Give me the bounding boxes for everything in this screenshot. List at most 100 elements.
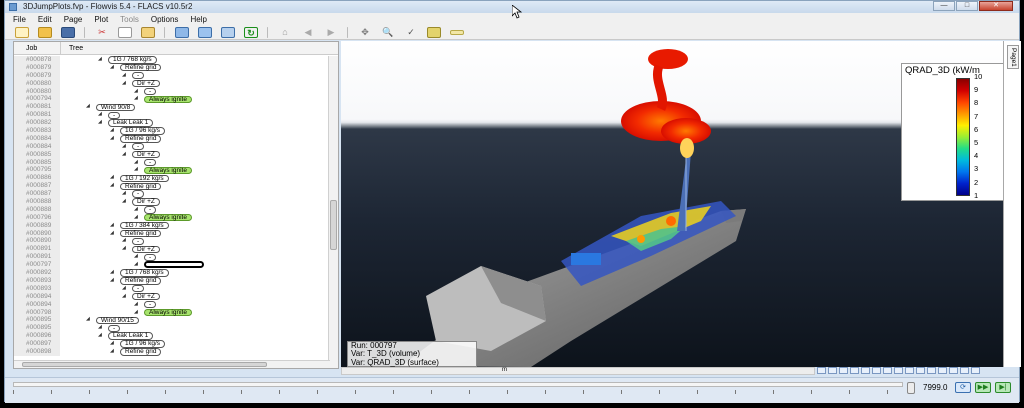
menu-tools[interactable]: Tools — [120, 15, 139, 24]
tree-expand-icon[interactable]: ◢ — [98, 332, 102, 340]
tree-expand-icon[interactable]: ◢ — [122, 285, 126, 293]
tree-node[interactable]: Dir +Z — [132, 198, 160, 206]
tree-row[interactable]: #000883 ◢ 1G / 96 kg/s — [14, 127, 328, 135]
tree-row[interactable]: #000885 ◢ - — [14, 158, 328, 167]
tree-row[interactable]: #000798 ◢ Always ignite — [14, 308, 328, 317]
tree-expand-icon[interactable]: ◢ — [134, 214, 138, 222]
view-mode-icon[interactable] — [894, 367, 903, 374]
tree-expand-icon[interactable]: ◢ — [122, 293, 126, 301]
tree-expand-icon[interactable]: ◢ — [98, 111, 102, 119]
tree-expand-icon[interactable]: ◢ — [134, 95, 138, 103]
tree-expand-icon[interactable]: ◢ — [110, 222, 114, 230]
tree-node[interactable]: - — [132, 72, 145, 80]
back-arrow-icon[interactable]: ◀ — [301, 27, 315, 38]
view-mode-icon[interactable] — [905, 367, 914, 374]
home-icon[interactable]: ⌂ — [278, 27, 292, 38]
tree-expand-icon[interactable]: ◢ — [122, 143, 126, 151]
tree-node[interactable]: Refine grid — [120, 277, 162, 285]
tree-row[interactable]: #000794 ◢ Always ignite — [14, 95, 328, 104]
view-mode-icon[interactable] — [927, 367, 936, 374]
check-icon[interactable]: ✓ — [404, 27, 418, 38]
tree-node[interactable]: Dir +Z — [132, 79, 160, 88]
tree-node[interactable]: Leak Leak 1 — [108, 332, 154, 340]
tree-row[interactable]: #000888 ◢ Dir +Z — [14, 198, 328, 206]
list-icon[interactable] — [427, 26, 441, 38]
tree-expand-icon[interactable]: ◢ — [134, 88, 138, 96]
tree-expand-icon[interactable]: ◢ — [122, 190, 126, 198]
tree-row[interactable]: #000886 ◢ 1G / 192 kg/s — [14, 174, 328, 183]
tree-row[interactable]: #000888 ◢ - — [14, 205, 328, 214]
tree-row[interactable]: #000892 ◢ 1G / 768 kg/s — [14, 269, 328, 277]
scroll-thumb[interactable] — [22, 362, 267, 367]
tree-node[interactable]: - — [144, 87, 157, 96]
tree-node[interactable]: Wind 90/8 — [96, 103, 136, 111]
step-button[interactable]: ▶| — [995, 382, 1011, 393]
tree-row[interactable]: #000878 ◢ 1G / 768 kg/s — [14, 56, 328, 64]
menu-help[interactable]: Help — [190, 15, 206, 24]
zoom-icon[interactable]: 🔍 — [381, 27, 395, 38]
tree-row[interactable]: #000896 ◢ Leak Leak 1 — [14, 332, 328, 341]
menu-page[interactable]: Page — [64, 15, 83, 24]
tree-row[interactable]: #000884 ◢ - — [14, 142, 328, 151]
tree-expand-icon[interactable]: ◢ — [134, 166, 138, 174]
tree-column-header[interactable]: Tree — [69, 45, 83, 52]
tree-node[interactable]: Leak Leak 1 — [108, 119, 154, 127]
tree-node[interactable]: - — [132, 285, 145, 293]
view-mode-icon[interactable] — [850, 367, 859, 374]
tree-expand-icon[interactable]: ◢ — [122, 72, 126, 80]
tree-expand-icon[interactable]: ◢ — [110, 348, 114, 356]
tree-node[interactable]: - — [144, 253, 157, 261]
tree-node[interactable]: Refine grid — [120, 348, 162, 356]
ignite-node[interactable]: Always ignite — [144, 166, 192, 175]
menu-plot[interactable]: Plot — [94, 15, 108, 24]
tree-row[interactable]: #000796 ◢ Always ignite — [14, 213, 328, 222]
tree-vertical-scrollbar[interactable] — [328, 56, 338, 368]
tree-expand-icon[interactable]: ◢ — [98, 119, 102, 127]
loop-button[interactable]: ⟳ — [955, 382, 971, 393]
tree-row[interactable]: #000893 ◢ Refine grid — [14, 276, 328, 285]
tree-expand-icon[interactable]: ◢ — [110, 277, 114, 285]
tree-node[interactable]: 1G / 768 kg/s — [120, 269, 169, 277]
tree-expand-icon[interactable]: ◢ — [110, 182, 114, 190]
play-button[interactable]: ▶▶ — [975, 382, 991, 393]
tree-node[interactable]: - — [144, 300, 157, 309]
tree-node[interactable]: Dir +Z — [132, 293, 160, 301]
tree-node[interactable]: - — [132, 190, 145, 198]
tree-node[interactable]: - — [144, 158, 157, 167]
tree-row[interactable]: #000893 ◢ - — [14, 284, 328, 293]
layout-icon[interactable] — [221, 26, 235, 38]
time-slider-handle[interactable] — [907, 382, 915, 394]
tree-row[interactable]: #000884 ◢ Refine grid — [14, 134, 328, 143]
page-tab[interactable]: Page1 — [1007, 45, 1019, 69]
tree-row[interactable]: #000894 ◢ Dir +Z — [14, 292, 328, 301]
tree-row[interactable]: #000891 ◢ - — [14, 253, 328, 262]
time-slider-track[interactable] — [13, 382, 903, 387]
tree-expand-icon[interactable]: ◢ — [110, 135, 114, 143]
tree-row[interactable]: #000880 ◢ Dir +Z — [14, 79, 328, 88]
tree-node[interactable]: Refine grid — [120, 182, 162, 190]
tree-row[interactable]: #000885 ◢ Dir +Z — [14, 150, 328, 159]
tree-expand-icon[interactable]: ◢ — [122, 198, 126, 206]
tree-node[interactable]: 1G / 96 kg/s — [120, 340, 166, 348]
tree-row[interactable]: #000890 ◢ Refine grid — [14, 229, 328, 238]
view-mode-icon[interactable] — [938, 367, 947, 374]
viewport-horizontal-scrollbar[interactable]: m — [341, 367, 815, 375]
scroll-thumb[interactable] — [330, 200, 337, 250]
view-mode-icon[interactable] — [971, 367, 980, 374]
job-column-header[interactable]: Job — [26, 45, 37, 52]
menu-file[interactable]: File — [13, 15, 26, 24]
tree-row[interactable]: #000880 ◢ - — [14, 87, 328, 96]
minimize-button[interactable]: — — [933, 1, 955, 11]
tree-expand-icon[interactable]: ◢ — [110, 340, 114, 348]
tree-expand-icon[interactable]: ◢ — [110, 64, 114, 72]
tree-expand-icon[interactable]: ◢ — [98, 56, 102, 64]
tree-expand-icon[interactable]: ◢ — [122, 151, 126, 159]
menu-options[interactable]: Options — [151, 15, 179, 24]
view-mode-icon[interactable] — [949, 367, 958, 374]
tree-node[interactable]: Dir +Z — [132, 245, 160, 253]
tree-row[interactable]: #000895 ◢ - — [14, 324, 328, 333]
tree-node[interactable]: 1G / 96 kg/s — [120, 127, 166, 135]
close-button[interactable]: ✕ — [979, 1, 1013, 11]
save-icon[interactable] — [61, 26, 75, 38]
tree-row[interactable]: #000891 ◢ Dir +Z — [14, 245, 328, 254]
